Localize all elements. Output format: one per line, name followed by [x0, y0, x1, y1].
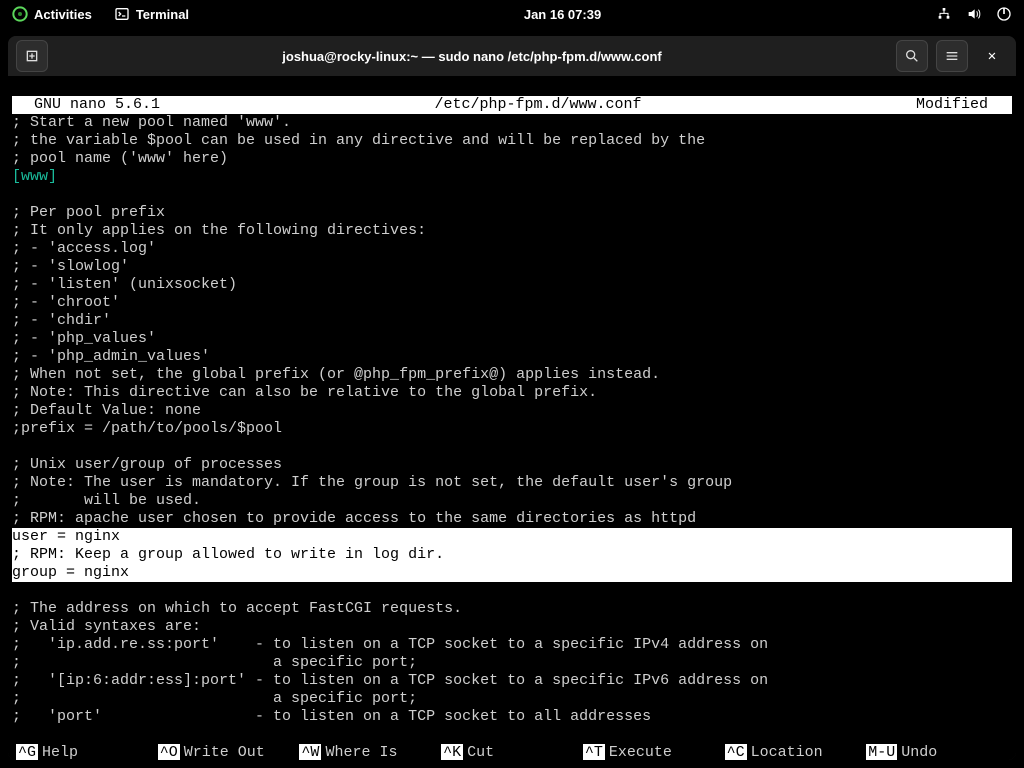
highlighted-line: group = nginx: [12, 564, 1012, 582]
code-line: ; will be used.: [12, 492, 201, 509]
code-text: group = nginx: [12, 564, 129, 581]
clock[interactable]: Jan 16 07:39: [189, 7, 936, 22]
section-header: [www]: [12, 168, 57, 185]
shortcut-key: ^W: [299, 744, 321, 760]
code-line: ; - 'access.log': [12, 240, 156, 257]
code-line: ; Note: The user is mandatory. If the gr…: [12, 474, 732, 491]
code-line: ;prefix = /path/to/pools/$pool: [12, 420, 282, 437]
shortcut-label: Execute: [609, 744, 672, 760]
activities-button[interactable]: Activities: [12, 6, 92, 22]
terminal-viewport[interactable]: GNU nano 5.6.1/etc/php-fpm.d/www.confMod…: [8, 76, 1016, 760]
nano-shortcuts: ^GHelp^OWrite Out^WWhere Is^KCut^TExecut…: [12, 744, 1012, 760]
shortcut-label: Undo: [901, 744, 937, 760]
terminal-menu[interactable]: Terminal: [114, 6, 189, 22]
search-button[interactable]: [896, 40, 928, 72]
code-line: ; a specific port;: [12, 690, 417, 707]
code-line: ; Default Value: none: [12, 402, 201, 419]
code-line: ; Unix user/group of processes: [12, 456, 282, 473]
distro-logo-icon: [12, 6, 28, 22]
shortcut-item: ^TExecute: [583, 744, 725, 760]
nano-status: Modified: [916, 96, 1012, 114]
window-titlebar: joshua@rocky-linux:~ — sudo nano /etc/ph…: [8, 36, 1016, 76]
new-tab-button[interactable]: [16, 40, 48, 72]
volume-icon[interactable]: [966, 6, 982, 22]
code-line: ; Valid syntaxes are:: [12, 618, 201, 635]
shortcut-key: ^G: [16, 744, 38, 760]
code-line: ; When not set, the global prefix (or @p…: [12, 366, 660, 383]
highlighted-line: user = nginx: [12, 528, 1012, 546]
search-icon: [904, 48, 920, 64]
shortcut-key: ^C: [725, 744, 747, 760]
nano-app: GNU nano 5.6.1: [12, 96, 160, 114]
code-line: ; Note: This directive can also be relat…: [12, 384, 597, 401]
shortcut-label: Cut: [467, 744, 494, 760]
nano-file: /etc/php-fpm.d/www.conf: [160, 96, 916, 114]
code-line: ; - 'php_values': [12, 330, 156, 347]
gnome-topbar: Activities Terminal Jan 16 07:39: [0, 0, 1024, 28]
code-line: ; - 'php_admin_values': [12, 348, 210, 365]
shortcut-key: M-U: [866, 744, 897, 760]
shortcut-item: ^KCut: [441, 744, 583, 760]
shortcut-key: ^T: [583, 744, 605, 760]
cursor: [129, 564, 138, 581]
code-line: ; - 'chdir': [12, 312, 111, 329]
code-line: ; Per pool prefix: [12, 204, 165, 221]
activities-label: Activities: [34, 7, 92, 22]
nano-titlebar: GNU nano 5.6.1/etc/php-fpm.d/www.confMod…: [12, 96, 1012, 114]
hamburger-icon: [944, 48, 960, 64]
shortcut-item: ^WWhere Is: [299, 744, 441, 760]
terminal-icon: [114, 6, 130, 22]
code-line: ; Start a new pool named 'www'.: [12, 114, 291, 131]
code-line: ; 'port' - to listen on a TCP socket to …: [12, 708, 651, 725]
code-line: ; a specific port;: [12, 654, 417, 671]
shortcut-key: ^K: [441, 744, 463, 760]
menu-button[interactable]: [936, 40, 968, 72]
code-line: ; '[ip:6:addr:ess]:port' - to listen on …: [12, 672, 768, 689]
window-title: joshua@rocky-linux:~ — sudo nano /etc/ph…: [56, 49, 888, 64]
shortcut-key: ^O: [158, 744, 180, 760]
close-icon: ✕: [988, 48, 996, 64]
code-line: ; It only applies on the following direc…: [12, 222, 426, 239]
code-line: ; - 'slowlog': [12, 258, 129, 275]
shortcut-label: Help: [42, 744, 78, 760]
code-line: ; RPM: apache user chosen to provide acc…: [12, 510, 696, 527]
new-tab-icon: [24, 48, 40, 64]
shortcut-item: ^OWrite Out: [158, 744, 300, 760]
code-line: ; The address on which to accept FastCGI…: [12, 600, 462, 617]
shortcut-label: Where Is: [325, 744, 397, 760]
terminal-menu-label: Terminal: [136, 7, 189, 22]
shortcut-item: M-UUndo: [866, 744, 1008, 760]
code-line: ; - 'listen' (unixsocket): [12, 276, 237, 293]
code-line: ; the variable $pool can be used in any …: [12, 132, 705, 149]
code-line: ; pool name ('www' here): [12, 150, 228, 167]
code-line: ; - 'chroot': [12, 294, 120, 311]
network-icon[interactable]: [936, 6, 952, 22]
shortcut-item: ^GHelp: [16, 744, 158, 760]
terminal-window: joshua@rocky-linux:~ — sudo nano /etc/ph…: [8, 36, 1016, 760]
shortcut-label: Write Out: [184, 744, 265, 760]
close-button[interactable]: ✕: [976, 48, 1008, 64]
shortcut-label: Location: [751, 744, 823, 760]
shortcut-item: ^CLocation: [725, 744, 867, 760]
highlighted-line: ; RPM: Keep a group allowed to write in …: [12, 546, 1012, 564]
code-line: ; 'ip.add.re.ss:port' - to listen on a T…: [12, 636, 768, 653]
power-icon[interactable]: [996, 6, 1012, 22]
